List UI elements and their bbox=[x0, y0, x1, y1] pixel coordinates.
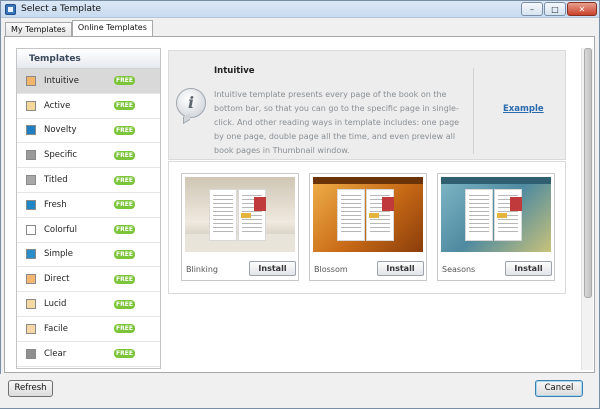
template-item-label: Titled bbox=[44, 175, 68, 186]
tab-bar: My Templates Online Templates bbox=[5, 20, 153, 37]
template-list: Templates Intuitive FREE Active FREE Novelty… bbox=[16, 48, 161, 369]
template-item-label: Clear bbox=[44, 348, 67, 359]
dialog-footer bbox=[0, 374, 598, 408]
template-thumbnail bbox=[441, 177, 551, 252]
free-badge: FREE bbox=[114, 125, 135, 135]
template-item-label: Specific bbox=[44, 150, 78, 161]
detail-description: Intuitive template presents every page o… bbox=[214, 90, 460, 155]
free-badge: FREE bbox=[114, 150, 135, 160]
template-card-blossom[interactable]: Blossom Install bbox=[309, 173, 427, 281]
page-photo bbox=[510, 197, 522, 211]
template-item-facile[interactable]: Facile FREE bbox=[17, 317, 160, 342]
template-item-label: Colorful bbox=[44, 224, 77, 235]
free-badge: FREE bbox=[114, 101, 135, 111]
template-item-clear[interactable]: Clear FREE bbox=[17, 342, 160, 367]
install-button[interactable]: Install bbox=[249, 261, 296, 276]
free-badge: FREE bbox=[114, 200, 135, 210]
template-item-titled[interactable]: Titled FREE bbox=[17, 168, 160, 193]
template-card-seasons[interactable]: Seasons Install bbox=[437, 173, 555, 281]
template-color-icon bbox=[26, 348, 36, 359]
close-button[interactable]: ✕ bbox=[567, 2, 597, 16]
detail-title: Intuitive bbox=[214, 66, 255, 76]
maximize-button[interactable]: □ bbox=[544, 2, 566, 16]
template-item-specific[interactable]: Specific FREE bbox=[17, 143, 160, 169]
scrollbar-thumb[interactable] bbox=[584, 48, 592, 298]
template-color-icon bbox=[26, 323, 36, 334]
free-badge: FREE bbox=[114, 299, 135, 309]
install-button[interactable]: Install bbox=[377, 261, 424, 276]
template-color-icon bbox=[26, 299, 36, 310]
template-item-fresh[interactable]: Fresh FREE bbox=[17, 193, 160, 218]
template-color-icon bbox=[26, 125, 36, 136]
template-item-intuitive[interactable]: Intuitive FREE bbox=[17, 69, 160, 94]
free-badge: FREE bbox=[114, 249, 135, 259]
template-item-label: Direct bbox=[44, 274, 70, 285]
template-item-lucid[interactable]: Lucid FREE bbox=[17, 292, 160, 317]
template-color-icon bbox=[26, 199, 36, 210]
template-item-colorful[interactable]: Colorful FREE bbox=[17, 218, 160, 243]
template-item-novelty[interactable]: Novelty FREE bbox=[17, 119, 160, 144]
template-item-label: Lucid bbox=[44, 299, 67, 310]
info-icon: i bbox=[176, 88, 206, 118]
template-color-icon bbox=[26, 249, 36, 260]
free-badge: FREE bbox=[114, 349, 135, 359]
window-title: Select a Template bbox=[21, 4, 102, 14]
template-item-active[interactable]: Active FREE bbox=[17, 94, 160, 119]
template-thumbnail bbox=[313, 177, 423, 252]
tab-online-templates[interactable]: Online Templates bbox=[71, 20, 153, 37]
free-badge: FREE bbox=[114, 76, 135, 86]
template-color-icon bbox=[26, 75, 36, 86]
template-item-label: Novelty bbox=[44, 125, 77, 136]
template-item-label: Intuitive bbox=[44, 75, 79, 86]
template-item-label: Simple bbox=[44, 249, 74, 260]
free-badge: FREE bbox=[114, 274, 135, 284]
template-item-label: Facile bbox=[44, 323, 68, 334]
free-badge: FREE bbox=[114, 225, 135, 235]
template-item-direct[interactable]: Direct FREE bbox=[17, 267, 160, 293]
page-photo bbox=[497, 213, 507, 218]
template-name: Blinking bbox=[186, 265, 219, 274]
minimize-button[interactable]: – bbox=[521, 2, 543, 16]
template-color-icon bbox=[26, 100, 36, 111]
template-thumbnail bbox=[185, 177, 295, 252]
page-photo bbox=[241, 213, 251, 218]
detail-divider bbox=[473, 68, 474, 154]
thumbnail-header-bar bbox=[441, 177, 551, 184]
template-item-simple[interactable]: Simple FREE bbox=[17, 243, 160, 268]
title-bar: Select a Template – □ ✕ bbox=[1, 1, 599, 18]
template-color-icon bbox=[26, 150, 36, 161]
template-name: Seasons bbox=[442, 265, 476, 274]
free-badge: FREE bbox=[114, 324, 135, 334]
template-item-label: Fresh bbox=[44, 199, 67, 210]
free-badge: FREE bbox=[114, 175, 135, 185]
template-color-icon bbox=[26, 274, 36, 285]
template-color-icon bbox=[26, 224, 36, 235]
template-card-blinking[interactable]: Blinking Install bbox=[181, 173, 299, 281]
page-photo bbox=[382, 197, 394, 211]
tab-my-templates[interactable]: My Templates bbox=[5, 22, 72, 37]
refresh-button[interactable]: Refresh bbox=[8, 380, 53, 397]
book-page-left bbox=[465, 189, 493, 241]
book-page-left bbox=[337, 189, 365, 241]
page-photo bbox=[369, 213, 379, 218]
app-icon bbox=[5, 4, 16, 15]
book-page-left bbox=[209, 189, 237, 241]
template-name: Blossom bbox=[314, 265, 348, 274]
template-list-header: Templates bbox=[17, 49, 160, 69]
template-item-label: Active bbox=[44, 100, 71, 111]
install-button[interactable]: Install bbox=[505, 261, 552, 276]
example-link[interactable]: Example bbox=[503, 104, 544, 114]
template-color-icon bbox=[26, 175, 36, 186]
cancel-button[interactable]: Cancel bbox=[535, 380, 583, 397]
vertical-scrollbar[interactable] bbox=[581, 48, 593, 370]
page-photo bbox=[254, 197, 266, 211]
thumbnail-header-bar bbox=[313, 177, 423, 184]
